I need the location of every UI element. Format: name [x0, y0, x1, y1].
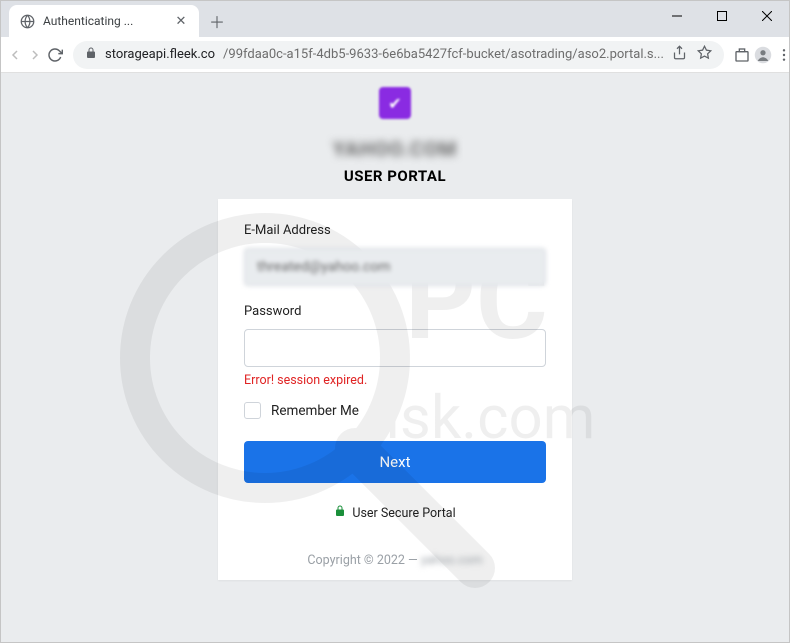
new-tab-button[interactable]: ＋	[203, 7, 231, 35]
secure-portal-label: User Secure Portal	[352, 506, 455, 521]
remember-me-label: Remember Me	[271, 403, 359, 419]
close-tab-icon[interactable]: ✕	[173, 13, 189, 29]
page-viewport: PCrisk.com ✔ YAHOO.COM USER PORTAL E-Mai…	[1, 73, 789, 642]
browser-titlebar: Authenticating ... ✕ ＋	[1, 1, 789, 37]
url-domain: storageapi.fleek.co	[105, 47, 215, 62]
close-window-button[interactable]	[744, 1, 789, 31]
profile-icon[interactable]	[754, 41, 772, 69]
blurred-domain-heading: YAHOO.COM	[333, 137, 457, 161]
error-message: Error! session expired.	[244, 373, 546, 388]
globe-icon	[19, 13, 35, 29]
remember-me-checkbox[interactable]	[244, 402, 261, 419]
lock-icon	[85, 47, 97, 63]
extensions-icon[interactable]	[734, 41, 750, 69]
copyright-blurred: yahoo.com	[421, 553, 483, 568]
forward-button[interactable]	[27, 41, 43, 69]
window-controls	[654, 1, 789, 31]
email-field[interactable]	[244, 248, 546, 286]
password-field[interactable]	[244, 329, 546, 367]
url-path: /99fdaa0c-a15f-4db5-9633-6e6ba5427fcf-bu…	[223, 47, 664, 62]
back-button[interactable]	[7, 41, 23, 69]
browser-tab[interactable]: Authenticating ... ✕	[9, 5, 199, 37]
address-bar[interactable]: storageapi.fleek.co/99fdaa0c-a15f-4db5-9…	[73, 41, 724, 69]
browser-toolbar: storageapi.fleek.co/99fdaa0c-a15f-4db5-9…	[1, 37, 789, 73]
password-label: Password	[244, 304, 546, 319]
menu-icon[interactable]	[776, 41, 790, 69]
share-icon[interactable]	[672, 45, 687, 64]
tab-title: Authenticating ...	[43, 14, 165, 28]
secure-portal-line: User Secure Portal	[244, 505, 546, 521]
login-card: E-Mail Address Password Error! session e…	[218, 199, 572, 580]
maximize-button[interactable]	[699, 1, 744, 31]
reload-button[interactable]	[47, 41, 63, 69]
site-logo: ✔	[379, 87, 411, 119]
remember-me[interactable]: Remember Me	[244, 402, 546, 419]
copyright-line: Copyright © 2022 — yahoo.com	[244, 553, 546, 568]
copyright-text: Copyright © 2022 —	[307, 553, 420, 568]
minimize-button[interactable]	[654, 1, 699, 31]
padlock-icon	[334, 505, 346, 521]
next-button[interactable]: Next	[244, 441, 546, 483]
email-label: E-Mail Address	[244, 223, 546, 238]
portal-title: USER PORTAL	[344, 167, 446, 185]
bookmark-icon[interactable]	[697, 45, 712, 64]
